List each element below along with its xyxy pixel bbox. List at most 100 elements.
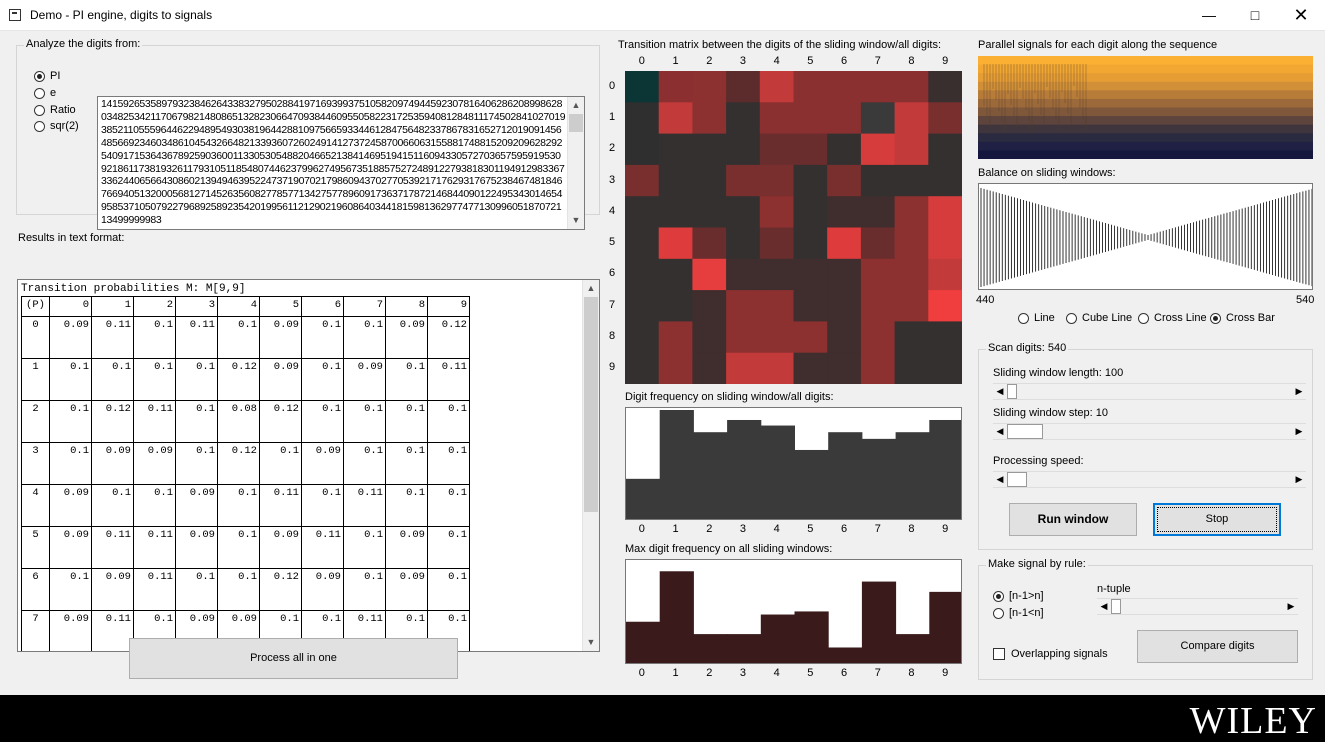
parallel-title: Parallel signals for each digit along th… <box>978 39 1218 51</box>
matrix-cell <box>860 196 896 228</box>
table-header-cell: 0 <box>49 296 92 317</box>
matrix-cell <box>658 133 693 166</box>
scroll-down-icon[interactable]: ▼ <box>583 634 599 651</box>
arrow-left-icon[interactable]: ◀ <box>993 424 1007 439</box>
scroll-down-icon[interactable]: ▼ <box>568 212 584 229</box>
balance-x-start: 440 <box>976 294 995 306</box>
matrix-cell <box>759 227 794 260</box>
matrix-cell <box>658 196 693 228</box>
table-cell: 3 <box>21 442 50 485</box>
window-step-slider[interactable]: ◀ ▶ <box>993 423 1306 440</box>
matrix-cell <box>827 196 862 228</box>
slider-thumb[interactable] <box>1111 599 1121 614</box>
arrow-left-icon[interactable]: ◀ <box>1097 599 1111 614</box>
close-icon[interactable]: ✕ <box>1278 0 1324 31</box>
arrow-right-icon[interactable]: ▶ <box>1284 599 1298 614</box>
frequency-bar <box>727 419 762 519</box>
table-cell: 0.11 <box>301 526 344 569</box>
digits-textbox[interactable]: 1415926535897932384626433832795028841971… <box>97 96 585 230</box>
x-tick-label: 1 <box>672 667 679 679</box>
frequency-bar <box>828 432 863 519</box>
arrow-right-icon[interactable]: ▶ <box>1292 472 1306 487</box>
analyze-caption: Analyze the digits from: <box>24 38 143 50</box>
matrix-cell <box>625 102 660 135</box>
arrow-left-icon[interactable]: ◀ <box>993 384 1007 399</box>
radio-ratio[interactable]: Ratio <box>34 104 76 116</box>
table-cell: 0.1 <box>133 358 176 401</box>
matrix-cell <box>894 102 929 135</box>
radio-dot <box>34 87 45 99</box>
radio-e[interactable]: e <box>34 87 56 99</box>
radio-dot <box>1138 312 1149 324</box>
table-cell: 0.11 <box>133 526 176 569</box>
client-area: Analyze the digits from: PI e Ratio sqr(… <box>0 31 1325 695</box>
table-row: 0 0.09 0.11 0.1 0.11 0.1 0.09 0.1 0.1 0.09 0.12 <box>21 316 470 359</box>
table-cell: 4 <box>21 484 50 527</box>
table-cell: 0.12 <box>217 442 260 485</box>
matrix-cell <box>827 71 862 103</box>
arrow-left-icon[interactable]: ◀ <box>993 472 1007 487</box>
matrix-cell <box>793 321 828 354</box>
frequency-bar <box>828 647 863 663</box>
scroll-up-icon[interactable]: ▲ <box>583 280 599 297</box>
matrix-cell <box>860 133 896 166</box>
scroll-thumb[interactable] <box>569 114 583 132</box>
results-caption: Results in text format: <box>18 232 125 244</box>
table-cell: 0.1 <box>91 484 134 527</box>
matrix-row-label: 1 <box>608 110 616 123</box>
results-scrollbar[interactable]: ▲ ▼ <box>582 280 599 651</box>
radio-sqr2[interactable]: sqr(2) <box>34 120 79 132</box>
table-cell: 0.1 <box>301 316 344 359</box>
radio-line[interactable]: Line <box>1018 312 1055 324</box>
table-row: 2 0.1 0.12 0.11 0.1 0.08 0.12 0.1 0.1 0.1 0.1 <box>21 400 470 443</box>
matrix-cell <box>658 227 693 260</box>
radio-pi[interactable]: PI <box>34 70 60 82</box>
ntuple-slider[interactable]: ◀ ▶ <box>1097 598 1298 615</box>
matrix-col-label: 4 <box>773 55 780 67</box>
minimize-icon[interactable]: — <box>1186 0 1232 31</box>
arrow-right-icon[interactable]: ▶ <box>1292 384 1306 399</box>
arrow-right-icon[interactable]: ▶ <box>1292 424 1306 439</box>
matrix-cell <box>759 352 794 384</box>
window-length-slider[interactable]: ◀ ▶ <box>993 383 1306 400</box>
radio-rule-greater[interactable]: [n-1>n] <box>993 590 1044 602</box>
x-tick-label: 8 <box>908 523 915 535</box>
table-row: 1 0.1 0.1 0.1 0.1 0.12 0.09 0.1 0.09 0.1 0.11 <box>21 358 470 401</box>
matrix-cell <box>692 321 727 354</box>
maximize-icon[interactable]: □ <box>1232 0 1278 31</box>
table-header-cell: 2 <box>133 296 176 317</box>
signal-band <box>978 124 1313 134</box>
table-cell: 0.1 <box>385 400 428 443</box>
maxfreq-title: Max digit frequency on all sliding windo… <box>625 543 833 555</box>
slider-thumb[interactable] <box>1007 472 1027 487</box>
stop-button[interactable]: Stop <box>1153 503 1281 536</box>
x-tick-label: 3 <box>739 523 746 535</box>
transition-matrix-heatmap <box>625 71 962 384</box>
matrix-cell <box>894 227 929 260</box>
scroll-up-icon[interactable]: ▲ <box>568 97 584 114</box>
matrix-col-label: 6 <box>840 55 848 67</box>
radio-cross-bar[interactable]: Cross Bar <box>1210 312 1275 324</box>
matrix-cell <box>928 258 962 291</box>
table-cell: 0.1 <box>49 358 92 401</box>
radio-cross-line[interactable]: Cross Line <box>1138 312 1207 324</box>
slider-thumb[interactable] <box>1007 384 1017 399</box>
digits-scrollbar[interactable]: ▲ ▼ <box>567 97 584 229</box>
matrix-col-label: 7 <box>874 55 881 67</box>
speed-slider[interactable]: ◀ ▶ <box>993 471 1306 488</box>
radio-rule-less[interactable]: [n-1<n] <box>993 607 1044 619</box>
compare-digits-button[interactable]: Compare digits <box>1137 630 1298 663</box>
matrix-cell <box>658 164 693 197</box>
run-window-button[interactable]: Run window <box>1009 503 1137 536</box>
signal-band <box>978 73 1313 83</box>
x-tick-label: 4 <box>773 667 780 679</box>
radio-cube-line[interactable]: Cube Line <box>1066 312 1132 324</box>
overlapping-checkbox[interactable]: Overlapping signals <box>993 648 1108 660</box>
digit-frequency-chart <box>625 407 962 520</box>
results-textbox[interactable]: Transition probabilities M: M[9,9] (P) 0 1… <box>17 279 600 652</box>
matrix-cell <box>793 352 828 384</box>
matrix-title: Transition matrix between the digits of … <box>618 39 942 51</box>
scroll-thumb[interactable] <box>584 297 598 512</box>
slider-thumb[interactable] <box>1007 424 1043 439</box>
process-all-button[interactable]: Process all in one <box>129 638 458 679</box>
